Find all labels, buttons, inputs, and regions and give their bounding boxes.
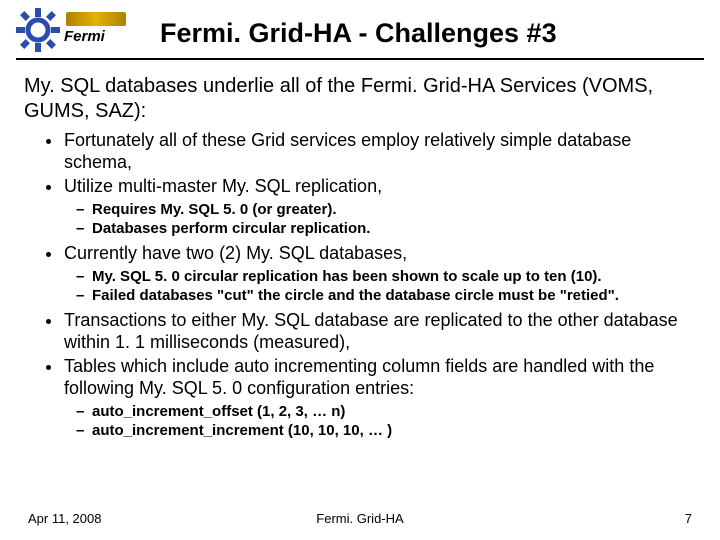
bullet-item: Utilize multi-master My. SQL replication… bbox=[46, 176, 696, 239]
intro-text: My. SQL databases underlie all of the Fe… bbox=[24, 74, 696, 124]
bullet-text: Transactions to either My. SQL database … bbox=[64, 310, 678, 352]
fermi-logo: Fermi bbox=[16, 8, 136, 52]
sub-bullet-list: Requires My. SQL 5. 0 (or greater). Data… bbox=[64, 200, 696, 239]
sub-bullet-item: Databases perform circular replication. bbox=[76, 219, 696, 239]
sub-bullet-item: Failed databases "cut" the circle and th… bbox=[76, 286, 696, 306]
sub-bullet-item: auto_increment_offset (1, 2, 3, … n) bbox=[76, 402, 696, 422]
gear-icon bbox=[16, 8, 60, 52]
bullet-text: Currently have two (2) My. SQL databases… bbox=[64, 243, 407, 263]
bullet-text: Fortunately all of these Grid services e… bbox=[64, 130, 631, 172]
sub-bullet-list: auto_increment_offset (1, 2, 3, … n) aut… bbox=[64, 402, 696, 441]
footer-center: Fermi. Grid-HA bbox=[316, 511, 403, 526]
bullet-item: Tables which include auto incrementing c… bbox=[46, 356, 696, 441]
bullet-item: Fortunately all of these Grid services e… bbox=[46, 130, 696, 174]
bullet-text: Utilize multi-master My. SQL replication… bbox=[64, 176, 382, 196]
bullet-list: Fortunately all of these Grid services e… bbox=[24, 130, 696, 441]
footer-date: Apr 11, 2008 bbox=[28, 511, 101, 526]
sub-bullet-item: Requires My. SQL 5. 0 (or greater). bbox=[76, 200, 696, 220]
logo-text: Fermi bbox=[64, 28, 105, 45]
bullet-item: Transactions to either My. SQL database … bbox=[46, 310, 696, 354]
bullet-text: Tables which include auto incrementing c… bbox=[64, 356, 654, 398]
sub-bullet-item: auto_increment_increment (10, 10, 10, … … bbox=[76, 421, 696, 441]
sub-bullet-item: My. SQL 5. 0 circular replication has be… bbox=[76, 267, 696, 287]
bullet-item: Currently have two (2) My. SQL databases… bbox=[46, 243, 696, 306]
slide-header: Fermi Fermi. Grid-HA - Challenges #3 bbox=[0, 0, 720, 52]
sub-bullet-list: My. SQL 5. 0 circular replication has be… bbox=[64, 267, 696, 306]
footer-page-number: 7 bbox=[685, 511, 692, 526]
slide-title: Fermi. Grid-HA - Challenges #3 bbox=[160, 12, 557, 49]
slide-body: My. SQL databases underlie all of the Fe… bbox=[0, 60, 720, 441]
slide-footer: Apr 11, 2008 Fermi. Grid-HA 7 bbox=[0, 511, 720, 526]
logo-bar bbox=[66, 12, 126, 26]
